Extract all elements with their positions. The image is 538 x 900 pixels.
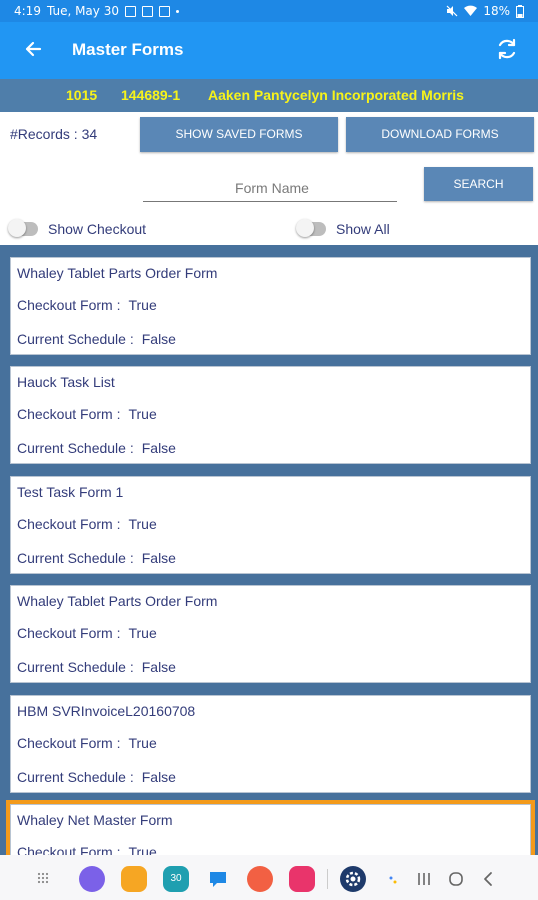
checkout-label: Checkout Form :: [17, 625, 121, 641]
checkout-label: Checkout Form :: [17, 516, 121, 532]
checkout-value: True: [128, 516, 157, 532]
form-card[interactable]: Hauck Task List Checkout Form : True Curr…: [10, 366, 531, 464]
calendar-app-icon[interactable]: 30: [163, 866, 189, 892]
contacts-app-icon[interactable]: [247, 866, 273, 892]
form-card-selected[interactable]: Whaley Net Master Form Checkout Form : Tr…: [6, 800, 535, 855]
schedule-label: Current Schedule :: [17, 331, 134, 347]
checkout-row: Checkout Form : True: [17, 735, 157, 751]
checkout-value: True: [128, 844, 157, 855]
form-card[interactable]: Whaley Tablet Parts Order Form Checkout …: [10, 257, 531, 355]
form-name-field[interactable]: [143, 174, 401, 202]
status-bar: 4:19 Tue, May 30 18%: [0, 0, 538, 22]
form-name: Whaley Net Master Form: [17, 812, 173, 828]
form-name: HBM SVRInvoiceL20160708: [17, 703, 196, 719]
calendar-day: 30: [170, 873, 182, 884]
refresh-icon[interactable]: [494, 36, 520, 62]
checkout-row: Checkout Form : True: [17, 516, 157, 532]
checkout-label: Checkout Form :: [17, 844, 121, 855]
taskbar-divider: [327, 869, 328, 889]
checkout-value: True: [128, 735, 157, 751]
schedule-label: Current Schedule :: [17, 769, 134, 785]
battery-icon: [516, 4, 524, 18]
screen-recorder-app-icon[interactable]: [289, 866, 315, 892]
schedule-value: False: [141, 440, 176, 456]
show-saved-forms-label: SHOW SAVED FORMS: [175, 127, 303, 141]
status-time: 4:19: [14, 4, 41, 18]
checkout-label: Checkout Form :: [17, 735, 121, 751]
schedule-label: Current Schedule :: [17, 440, 134, 456]
checkout-value: True: [128, 625, 157, 641]
checkout-label: Checkout Form :: [17, 297, 121, 313]
schedule-label: Current Schedule :: [17, 659, 134, 675]
show-checkout-switch[interactable]: [8, 219, 38, 237]
schedule-row: Current Schedule : False: [17, 659, 176, 675]
messages-app-icon[interactable]: [205, 866, 231, 892]
battery-level: 18%: [483, 4, 510, 18]
customer-name: Aaken Pantycelyn Incorporated Morris: [208, 87, 464, 103]
show-all-switch[interactable]: [296, 219, 326, 237]
schedule-value: False: [141, 550, 176, 566]
status-date: Tue, May 30: [46, 4, 119, 18]
schedule-row: Current Schedule : False: [17, 769, 176, 785]
schedule-value: False: [141, 769, 176, 785]
more-notifications-icon: [175, 9, 179, 13]
show-all-toggle[interactable]: Show All: [296, 219, 390, 237]
schedule-row: Current Schedule : False: [17, 331, 176, 347]
settings-app-icon[interactable]: [340, 866, 366, 892]
checkout-label: Checkout Form :: [17, 406, 121, 422]
records-count: #Records : 34: [10, 126, 98, 142]
form-name: Whaley Tablet Parts Order Form: [17, 593, 218, 609]
search-button-label: SEARCH: [453, 177, 504, 191]
checkout-value: True: [128, 406, 157, 422]
download-forms-button[interactable]: DOWNLOAD FORMS: [346, 117, 534, 152]
schedule-label: Current Schedule :: [17, 550, 134, 566]
show-checkout-toggle[interactable]: Show Checkout: [8, 219, 147, 237]
checkout-row: Checkout Form : True: [17, 844, 157, 855]
form-name: Test Task Form 1: [17, 484, 124, 500]
mail-notification-icon: [158, 5, 170, 17]
customer-bar: 1015 144689-1 Aaken Pantycelyn Incorpora…: [0, 79, 538, 112]
schedule-value: False: [141, 331, 176, 347]
wifi-icon: [464, 5, 478, 16]
schedule-row: Current Schedule : False: [17, 550, 176, 566]
forms-list: Whaley Tablet Parts Order Form Checkout …: [0, 245, 538, 855]
schedule-value: False: [141, 659, 176, 675]
app-bar: Master Forms: [0, 22, 538, 79]
form-card[interactable]: HBM SVRInvoiceL20160708 Checkout Form : T…: [10, 695, 531, 793]
back-button-icon[interactable]: [480, 871, 496, 887]
customer-account: 144689-1: [121, 87, 181, 103]
checkout-row: Checkout Form : True: [17, 297, 157, 313]
internet-app-icon[interactable]: [79, 866, 105, 892]
back-arrow-icon[interactable]: [20, 36, 46, 62]
recent-apps-dots-icon[interactable]: [388, 875, 398, 885]
show-checkout-label: Show Checkout: [48, 221, 147, 237]
system-taskbar: 30: [0, 855, 538, 900]
app-drawer-icon[interactable]: [37, 872, 49, 884]
gallery-notification-icon: [124, 5, 136, 17]
show-all-label: Show All: [336, 221, 390, 237]
form-card[interactable]: Whaley Tablet Parts Order Form Checkout …: [10, 585, 531, 683]
home-button-icon[interactable]: [448, 871, 464, 887]
form-name: Hauck Task List: [17, 374, 115, 390]
form-card[interactable]: Test Task Form 1 Checkout Form : True Cur…: [10, 476, 531, 574]
checkout-value: True: [128, 297, 157, 313]
search-button[interactable]: SEARCH: [424, 167, 533, 201]
recents-button-icon[interactable]: [416, 871, 432, 887]
files-app-icon[interactable]: [121, 866, 147, 892]
form-name: Whaley Tablet Parts Order Form: [17, 265, 218, 281]
download-forms-label: DOWNLOAD FORMS: [381, 127, 499, 141]
checkout-row: Checkout Form : True: [17, 406, 157, 422]
customer-id: 1015: [66, 87, 98, 103]
page-title: Master Forms: [72, 40, 184, 59]
mute-icon: [446, 5, 458, 17]
app-notification-icon: [141, 5, 153, 17]
form-name-input[interactable]: [143, 174, 401, 202]
checkout-row: Checkout Form : True: [17, 625, 157, 641]
show-saved-forms-button[interactable]: SHOW SAVED FORMS: [140, 117, 338, 152]
schedule-row: Current Schedule : False: [17, 440, 176, 456]
